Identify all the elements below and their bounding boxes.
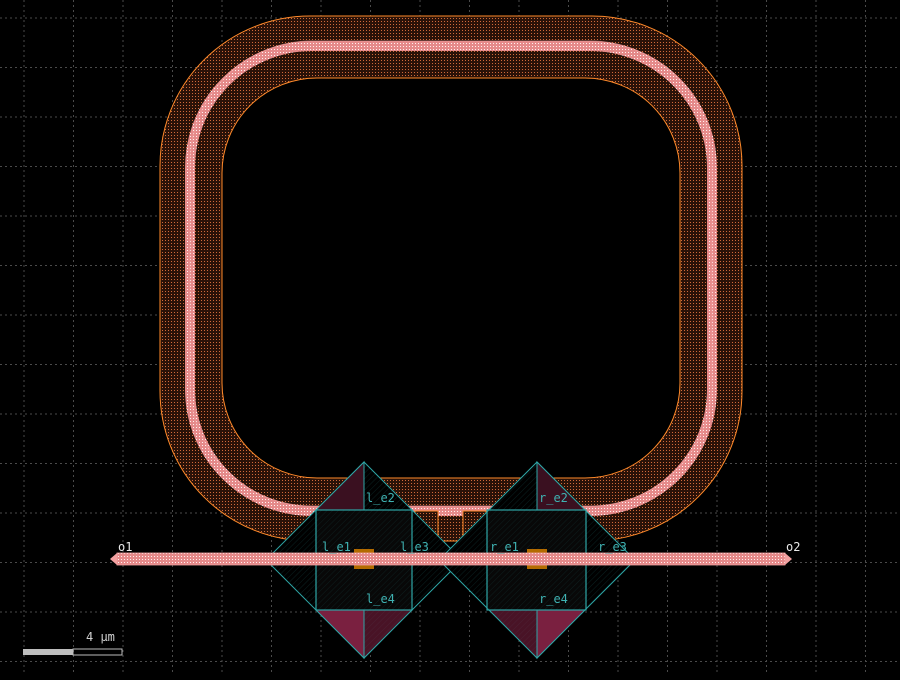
pin-label-r_e3: r_e3	[598, 540, 627, 554]
layout-canvas[interactable]: o1 o2 l_e2 l_e1 l_e3 l_e4 r_e2 r_e1 r_e3…	[0, 0, 900, 675]
pin-label-r_e4: r_e4	[539, 592, 568, 606]
scale-bar-label: 4 μm	[86, 630, 115, 644]
ring-cladding	[159, 15, 743, 542]
scale-bar: 4 μm	[23, 630, 123, 656]
pin-label-l_e2: l_e2	[366, 491, 395, 505]
pin-label-r_e2: r_e2	[539, 491, 568, 505]
pin-label-l_e3: l_e3	[400, 540, 429, 554]
port-label-o2: o2	[786, 540, 800, 554]
pin-label-l_e1: l_e1	[322, 540, 351, 554]
layout-viewport[interactable]: o1 o2 l_e2 l_e1 l_e3 l_e4 r_e2 r_e1 r_e3…	[0, 0, 900, 675]
port-label-o1: o1	[118, 540, 132, 554]
pin-label-l_e4: l_e4	[366, 592, 395, 606]
pin-label-r_e1: r_e1	[490, 540, 519, 554]
bus-waveguide[interactable]	[110, 552, 792, 566]
